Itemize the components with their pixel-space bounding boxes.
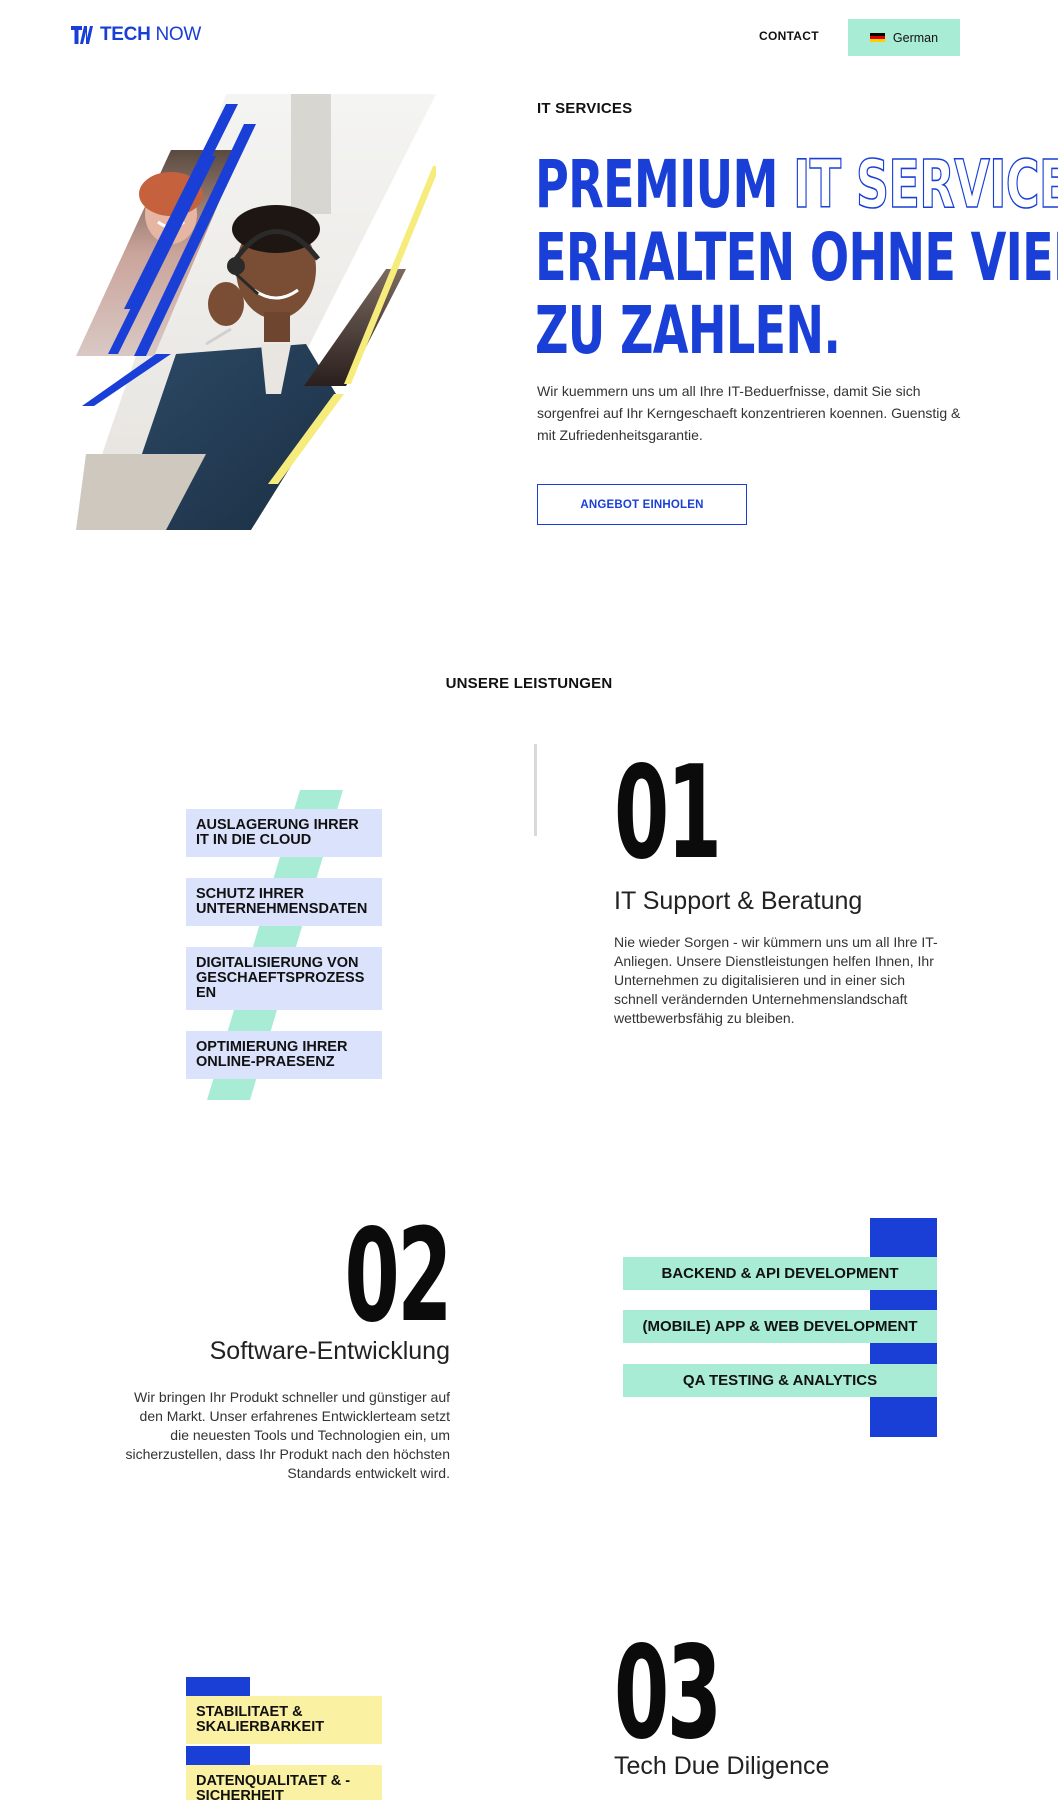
headline-line-3: ZU ZAHLEN.: [535, 292, 841, 369]
service-1-title: IT Support & Beratung: [614, 887, 863, 915]
headline-word-premium: PREMIUM: [535, 146, 778, 223]
service-2-tag-3: QA TESTING & ANALYTICS: [623, 1364, 937, 1397]
headline-line-2: ERHALTEN OHNE VIEL: [535, 219, 1058, 296]
service-1-number: 01: [614, 739, 722, 888]
service-2-tag-1: BACKEND & API DEVELOPMENT: [623, 1257, 937, 1290]
service-3-tag-1: STABILITAET & SKALIERBARKEIT: [186, 1696, 382, 1744]
services-section-title: UNSERE LEISTUNGEN: [445, 675, 613, 692]
hero-headline: PREMIUM IT SERVICES ERHALTEN OHNE VIEL Z…: [535, 146, 1058, 369]
service-2-tag-2: (MOBILE) APP & WEB DEVELOPMENT: [623, 1310, 937, 1343]
german-flag-icon: [869, 32, 885, 43]
blue-block-decoration-2: [186, 1746, 250, 1765]
logo[interactable]: TECH NOW: [70, 24, 201, 46]
nav-contact-link[interactable]: CONTACT: [759, 29, 819, 43]
service-1-tag-3: DIGITALISIERUNG VON GESCHAEFTSPROZESS EN: [186, 947, 382, 1010]
flag-stripe-gold: [869, 39, 885, 43]
service-1-tag-4: OPTIMIERUNG IHRER ONLINE-PRAESENZ: [186, 1031, 382, 1079]
service-1-tag-1: AUSLAGERUNG IHRER IT IN DIE CLOUD: [186, 809, 382, 857]
get-quote-button[interactable]: ANGEBOT EINHOLEN: [537, 484, 747, 525]
logo-text-light: NOW: [155, 24, 202, 45]
vertical-divider: [534, 744, 537, 836]
service-3-title: Tech Due Diligence: [614, 1752, 830, 1780]
hero-eyebrow: IT SERVICES: [537, 100, 633, 117]
language-selector-button[interactable]: German: [848, 19, 960, 56]
service-1-description: Nie wieder Sorgen - wir kümmern uns um a…: [614, 934, 938, 1026]
logo-text: TECH NOW: [100, 24, 201, 46]
service-2-number: 02: [344, 1202, 453, 1351]
tn-logo-icon: [70, 24, 94, 46]
service-2-description: Wir bringen Ihr Produkt schneller und gü…: [125, 1389, 450, 1481]
service-2-title: Software-Entwicklung: [209, 1337, 450, 1365]
logo-text-bold: TECH: [100, 24, 151, 45]
language-label: German: [892, 30, 939, 45]
hero-description: Wir kuemmern uns um all Ihre IT-Beduerfn…: [537, 383, 961, 443]
headline-outline-text: IT SERVICES: [793, 146, 1058, 223]
blue-block-decoration-1: [186, 1677, 250, 1696]
service-3-tag-2: DATENQUALITAET & - SICHERHEIT: [186, 1765, 382, 1800]
service-1-tag-2: SCHUTZ IHRER UNTERNEHMENSDATEN: [186, 878, 382, 926]
hero-image-collage: [76, 94, 436, 530]
service-3-number: 03: [614, 1619, 722, 1768]
